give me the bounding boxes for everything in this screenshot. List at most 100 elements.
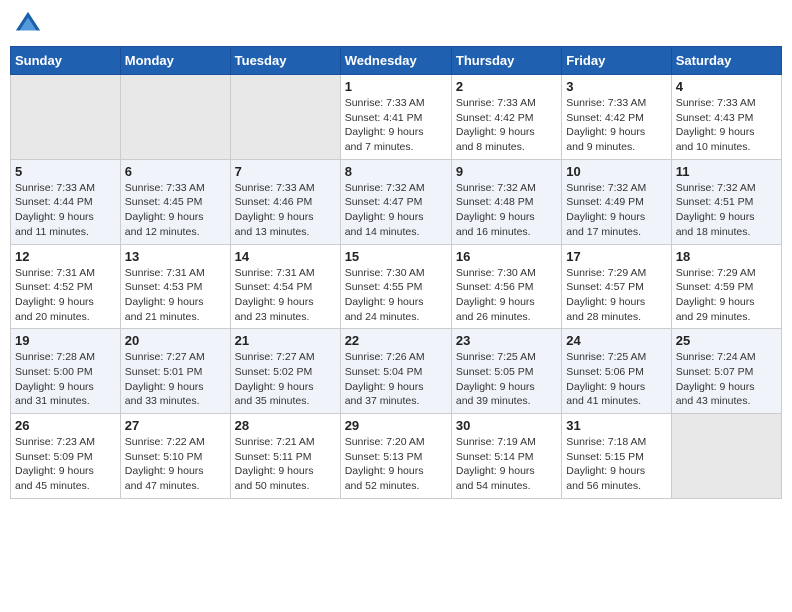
day-number: 20	[125, 333, 226, 348]
day-number: 24	[566, 333, 666, 348]
calendar-cell: 10Sunrise: 7:32 AM Sunset: 4:49 PM Dayli…	[562, 159, 671, 244]
day-number: 21	[235, 333, 336, 348]
calendar-cell: 2 Sunrise: 7:33 AM Sunset: 4:42 PM Daylig…	[451, 75, 561, 160]
weekday-row: SundayMondayTuesdayWednesdayThursdayFrid…	[11, 47, 782, 75]
calendar-cell: 7 Sunrise: 7:33 AM Sunset: 4:46 PM Daylig…	[230, 159, 340, 244]
day-number: 9	[456, 164, 557, 179]
calendar-cell: 17 Sunrise: 7:29 AM Sunset: 4:57 PM Dayli…	[562, 244, 671, 329]
calendar-cell: 28 Sunrise: 7:21 AM Sunset: 5:11 PM Dayli…	[230, 414, 340, 499]
day-info: Sunrise: 7:26 AM Sunset: 5:04 PM Dayligh…	[345, 350, 447, 409]
calendar-cell: 30 Sunrise: 7:19 AM Sunset: 5:14 PM Dayli…	[451, 414, 561, 499]
calendar-cell	[671, 414, 781, 499]
calendar-cell: 16 Sunrise: 7:30 AM Sunset: 4:56 PM Dayli…	[451, 244, 561, 329]
calendar: SundayMondayTuesdayWednesdayThursdayFrid…	[10, 46, 782, 499]
logo-icon	[14, 10, 42, 38]
calendar-cell: 8 Sunrise: 7:32 AM Sunset: 4:47 PM Daylig…	[340, 159, 451, 244]
day-info: Sunrise: 7:27 AM Sunset: 5:02 PM Dayligh…	[235, 350, 336, 409]
day-info: Sunrise: 7:33 AM Sunset: 4:42 PM Dayligh…	[566, 96, 666, 155]
day-number: 15	[345, 249, 447, 264]
calendar-cell	[120, 75, 230, 160]
day-info: Sunrise: 7:30 AM Sunset: 4:55 PM Dayligh…	[345, 266, 447, 325]
day-info: Sunrise: 7:20 AM Sunset: 5:13 PM Dayligh…	[345, 435, 447, 494]
weekday-header: Monday	[120, 47, 230, 75]
day-info: Sunrise: 7:25 AM Sunset: 5:06 PM Dayligh…	[566, 350, 666, 409]
day-info: Sunrise: 7:18 AM Sunset: 5:15 PM Dayligh…	[566, 435, 666, 494]
day-number: 14	[235, 249, 336, 264]
day-number: 18	[676, 249, 777, 264]
calendar-cell: 9 Sunrise: 7:32 AM Sunset: 4:48 PM Daylig…	[451, 159, 561, 244]
day-number: 7	[235, 164, 336, 179]
day-info: Sunrise: 7:32 AM Sunset: 4:47 PM Dayligh…	[345, 181, 447, 240]
calendar-cell: 29 Sunrise: 7:20 AM Sunset: 5:13 PM Dayli…	[340, 414, 451, 499]
calendar-cell: 11Sunrise: 7:32 AM Sunset: 4:51 PM Dayli…	[671, 159, 781, 244]
calendar-cell: 25Sunrise: 7:24 AM Sunset: 5:07 PM Dayli…	[671, 329, 781, 414]
calendar-cell: 3 Sunrise: 7:33 AM Sunset: 4:42 PM Daylig…	[562, 75, 671, 160]
calendar-body: 1 Sunrise: 7:33 AM Sunset: 4:41 PM Daylig…	[11, 75, 782, 499]
day-number: 28	[235, 418, 336, 433]
day-number: 27	[125, 418, 226, 433]
calendar-cell: 19Sunrise: 7:28 AM Sunset: 5:00 PM Dayli…	[11, 329, 121, 414]
calendar-cell: 22 Sunrise: 7:26 AM Sunset: 5:04 PM Dayli…	[340, 329, 451, 414]
day-number: 19	[15, 333, 116, 348]
day-number: 13	[125, 249, 226, 264]
day-info: Sunrise: 7:23 AM Sunset: 5:09 PM Dayligh…	[15, 435, 116, 494]
calendar-week-row: 1 Sunrise: 7:33 AM Sunset: 4:41 PM Daylig…	[11, 75, 782, 160]
day-info: Sunrise: 7:29 AM Sunset: 4:57 PM Dayligh…	[566, 266, 666, 325]
day-number: 25	[676, 333, 777, 348]
calendar-cell: 26 Sunrise: 7:23 AM Sunset: 5:09 PM Dayli…	[11, 414, 121, 499]
calendar-cell: 31 Sunrise: 7:18 AM Sunset: 5:15 PM Dayli…	[562, 414, 671, 499]
day-number: 26	[15, 418, 116, 433]
calendar-week-row: 5Sunrise: 7:33 AM Sunset: 4:44 PM Daylig…	[11, 159, 782, 244]
day-number: 1	[345, 79, 447, 94]
calendar-cell: 21 Sunrise: 7:27 AM Sunset: 5:02 PM Dayli…	[230, 329, 340, 414]
day-info: Sunrise: 7:32 AM Sunset: 4:48 PM Dayligh…	[456, 181, 557, 240]
day-info: Sunrise: 7:33 AM Sunset: 4:41 PM Dayligh…	[345, 96, 447, 155]
calendar-cell: 13Sunrise: 7:31 AM Sunset: 4:53 PM Dayli…	[120, 244, 230, 329]
weekday-header: Tuesday	[230, 47, 340, 75]
day-info: Sunrise: 7:30 AM Sunset: 4:56 PM Dayligh…	[456, 266, 557, 325]
day-number: 16	[456, 249, 557, 264]
day-number: 11	[676, 164, 777, 179]
day-info: Sunrise: 7:21 AM Sunset: 5:11 PM Dayligh…	[235, 435, 336, 494]
weekday-header: Wednesday	[340, 47, 451, 75]
day-info: Sunrise: 7:29 AM Sunset: 4:59 PM Dayligh…	[676, 266, 777, 325]
day-info: Sunrise: 7:33 AM Sunset: 4:44 PM Dayligh…	[15, 181, 116, 240]
weekday-header: Saturday	[671, 47, 781, 75]
calendar-cell: 1 Sunrise: 7:33 AM Sunset: 4:41 PM Daylig…	[340, 75, 451, 160]
calendar-cell: 6Sunrise: 7:33 AM Sunset: 4:45 PM Daylig…	[120, 159, 230, 244]
weekday-header: Sunday	[11, 47, 121, 75]
day-number: 4	[676, 79, 777, 94]
calendar-week-row: 26 Sunrise: 7:23 AM Sunset: 5:09 PM Dayli…	[11, 414, 782, 499]
day-info: Sunrise: 7:33 AM Sunset: 4:42 PM Dayligh…	[456, 96, 557, 155]
day-number: 17	[566, 249, 666, 264]
calendar-cell: 15 Sunrise: 7:30 AM Sunset: 4:55 PM Dayli…	[340, 244, 451, 329]
weekday-header: Thursday	[451, 47, 561, 75]
calendar-cell: 4Sunrise: 7:33 AM Sunset: 4:43 PM Daylig…	[671, 75, 781, 160]
day-number: 23	[456, 333, 557, 348]
calendar-cell: 18 Sunrise: 7:29 AM Sunset: 4:59 PM Dayli…	[671, 244, 781, 329]
day-info: Sunrise: 7:31 AM Sunset: 4:54 PM Dayligh…	[235, 266, 336, 325]
day-number: 22	[345, 333, 447, 348]
day-number: 29	[345, 418, 447, 433]
day-number: 10	[566, 164, 666, 179]
logo	[14, 10, 44, 38]
calendar-cell	[230, 75, 340, 160]
page-header	[10, 10, 782, 38]
day-info: Sunrise: 7:27 AM Sunset: 5:01 PM Dayligh…	[125, 350, 226, 409]
day-info: Sunrise: 7:22 AM Sunset: 5:10 PM Dayligh…	[125, 435, 226, 494]
day-info: Sunrise: 7:19 AM Sunset: 5:14 PM Dayligh…	[456, 435, 557, 494]
calendar-cell: 23 Sunrise: 7:25 AM Sunset: 5:05 PM Dayli…	[451, 329, 561, 414]
day-number: 8	[345, 164, 447, 179]
day-number: 30	[456, 418, 557, 433]
day-number: 31	[566, 418, 666, 433]
calendar-header: SundayMondayTuesdayWednesdayThursdayFrid…	[11, 47, 782, 75]
day-number: 12	[15, 249, 116, 264]
calendar-cell: 14 Sunrise: 7:31 AM Sunset: 4:54 PM Dayli…	[230, 244, 340, 329]
day-number: 2	[456, 79, 557, 94]
calendar-cell: 24 Sunrise: 7:25 AM Sunset: 5:06 PM Dayli…	[562, 329, 671, 414]
day-info: Sunrise: 7:33 AM Sunset: 4:46 PM Dayligh…	[235, 181, 336, 240]
day-info: Sunrise: 7:25 AM Sunset: 5:05 PM Dayligh…	[456, 350, 557, 409]
calendar-cell: 12Sunrise: 7:31 AM Sunset: 4:52 PM Dayli…	[11, 244, 121, 329]
calendar-cell	[11, 75, 121, 160]
day-number: 3	[566, 79, 666, 94]
